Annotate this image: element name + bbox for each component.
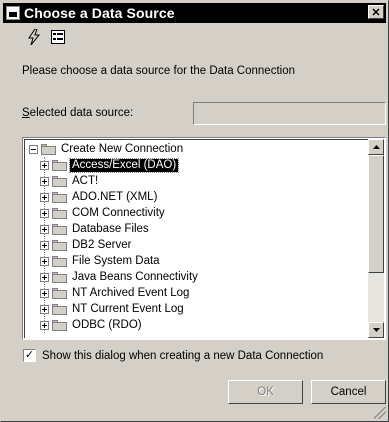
folder-icon: [52, 255, 67, 267]
tree-node-ado-net-xml[interactable]: ADO.NET (XML): [40, 190, 159, 204]
choose-data-source-dialog: Choose a Data Source ✕ Please choose a d…: [0, 0, 389, 422]
properties-icon: [51, 30, 65, 44]
tree-node-db2-server[interactable]: DB2 Server: [40, 238, 133, 252]
arrow-down-icon: [372, 328, 380, 332]
expand-icon[interactable]: [40, 304, 49, 314]
tree-node-act[interactable]: ACT!: [40, 174, 100, 188]
folder-icon: [52, 239, 67, 251]
folder-icon: [52, 303, 67, 315]
folder-icon: [52, 159, 67, 171]
tree-node-label: COM Connectivity: [72, 206, 165, 219]
check-icon: ✓: [24, 349, 35, 361]
tree-vertical-scrollbar[interactable]: [368, 139, 384, 338]
tree-node-label: DB2 Server: [72, 238, 132, 251]
tree-node-database-files[interactable]: Database Files: [40, 222, 151, 236]
tree-node-label: ACT!: [72, 174, 99, 187]
expand-icon[interactable]: [40, 224, 49, 234]
show-dialog-checkbox[interactable]: ✓: [23, 349, 36, 362]
arrow-up-icon: [372, 145, 380, 149]
folder-icon: [52, 319, 67, 331]
close-icon: ✕: [371, 6, 381, 19]
expand-icon[interactable]: [40, 208, 49, 218]
tree-node-odbc-rdo[interactable]: ODBC (RDO): [40, 318, 144, 332]
tree-node-access-excel-dao[interactable]: Access/Excel (DAO): [40, 157, 180, 173]
selected-source-label: Selected data source:: [22, 107, 133, 119]
data-source-tree[interactable]: Create New Connection Access/Excel (DAO)…: [22, 137, 386, 340]
title-bar[interactable]: Choose a Data Source ✕: [3, 3, 386, 23]
toolbar: [25, 27, 67, 47]
expand-icon[interactable]: [40, 256, 49, 266]
folder-icon: [52, 271, 67, 283]
folder-icon: [52, 207, 67, 219]
tree-node-label: Create New Connection: [61, 142, 184, 155]
resize-grip-icon[interactable]: [374, 407, 386, 419]
tree-node-file-system-data[interactable]: File System Data: [40, 254, 162, 268]
selected-source-label-rest: elected data source:: [29, 107, 134, 119]
expand-icon[interactable]: [40, 240, 49, 250]
show-dialog-option[interactable]: ✓ Show this dialog when creating a new D…: [23, 349, 323, 362]
tree-node-nt-current-event-log[interactable]: NT Current Event Log: [40, 302, 186, 316]
tree-node-label: Java Beans Connectivity: [72, 270, 198, 283]
expand-icon[interactable]: [40, 320, 49, 330]
tree-node-label: Access/Excel (DAO): [68, 157, 180, 173]
dialog-title: Choose a Data Source: [24, 5, 175, 21]
tree-node-label: Database Files: [72, 222, 149, 235]
tree-viewport: Create New Connection Access/Excel (DAO)…: [24, 139, 368, 338]
show-dialog-label: Show this dialog when creating a new Dat…: [42, 349, 324, 362]
ok-button[interactable]: OK: [228, 380, 303, 404]
cancel-button[interactable]: Cancel: [311, 380, 386, 404]
folder-icon: [52, 287, 67, 299]
properties-button[interactable]: [49, 28, 67, 46]
folder-icon: [52, 223, 67, 235]
tree-node-label: NT Current Event Log: [72, 302, 184, 315]
scroll-up-button[interactable]: [368, 139, 384, 155]
tree-node-root[interactable]: Create New Connection: [29, 142, 185, 156]
tree-node-label: NT Archived Event Log: [72, 286, 190, 299]
tree-node-java-beans-connectivity[interactable]: Java Beans Connectivity: [40, 270, 200, 284]
tree-node-com-connectivity[interactable]: COM Connectivity: [40, 206, 167, 220]
scroll-thumb[interactable]: [368, 155, 384, 273]
folder-icon: [52, 175, 67, 187]
expand-icon[interactable]: [40, 160, 49, 170]
tree-node-label: ODBC (RDO): [72, 318, 142, 331]
selected-source-field[interactable]: [193, 102, 386, 125]
lightning-icon: [28, 29, 41, 45]
tree-node-nt-archived-event-log[interactable]: NT Archived Event Log: [40, 286, 191, 300]
dialog-app-icon: [6, 6, 20, 20]
instruction-text: Please choose a data source for the Data…: [22, 65, 295, 77]
folder-icon: [52, 191, 67, 203]
selected-source-mnemonic: S: [22, 107, 30, 119]
scroll-down-button[interactable]: [368, 322, 384, 338]
expand-icon[interactable]: [40, 272, 49, 282]
expand-icon[interactable]: [40, 288, 49, 298]
tree-node-label: ADO.NET (XML): [72, 190, 158, 203]
folder-open-icon: [41, 143, 56, 155]
lightning-button[interactable]: [25, 28, 43, 46]
collapse-icon[interactable]: [29, 144, 38, 154]
tree-node-label: File System Data: [72, 254, 160, 267]
close-button[interactable]: ✕: [368, 5, 384, 19]
expand-icon[interactable]: [40, 192, 49, 202]
expand-icon[interactable]: [40, 176, 49, 186]
